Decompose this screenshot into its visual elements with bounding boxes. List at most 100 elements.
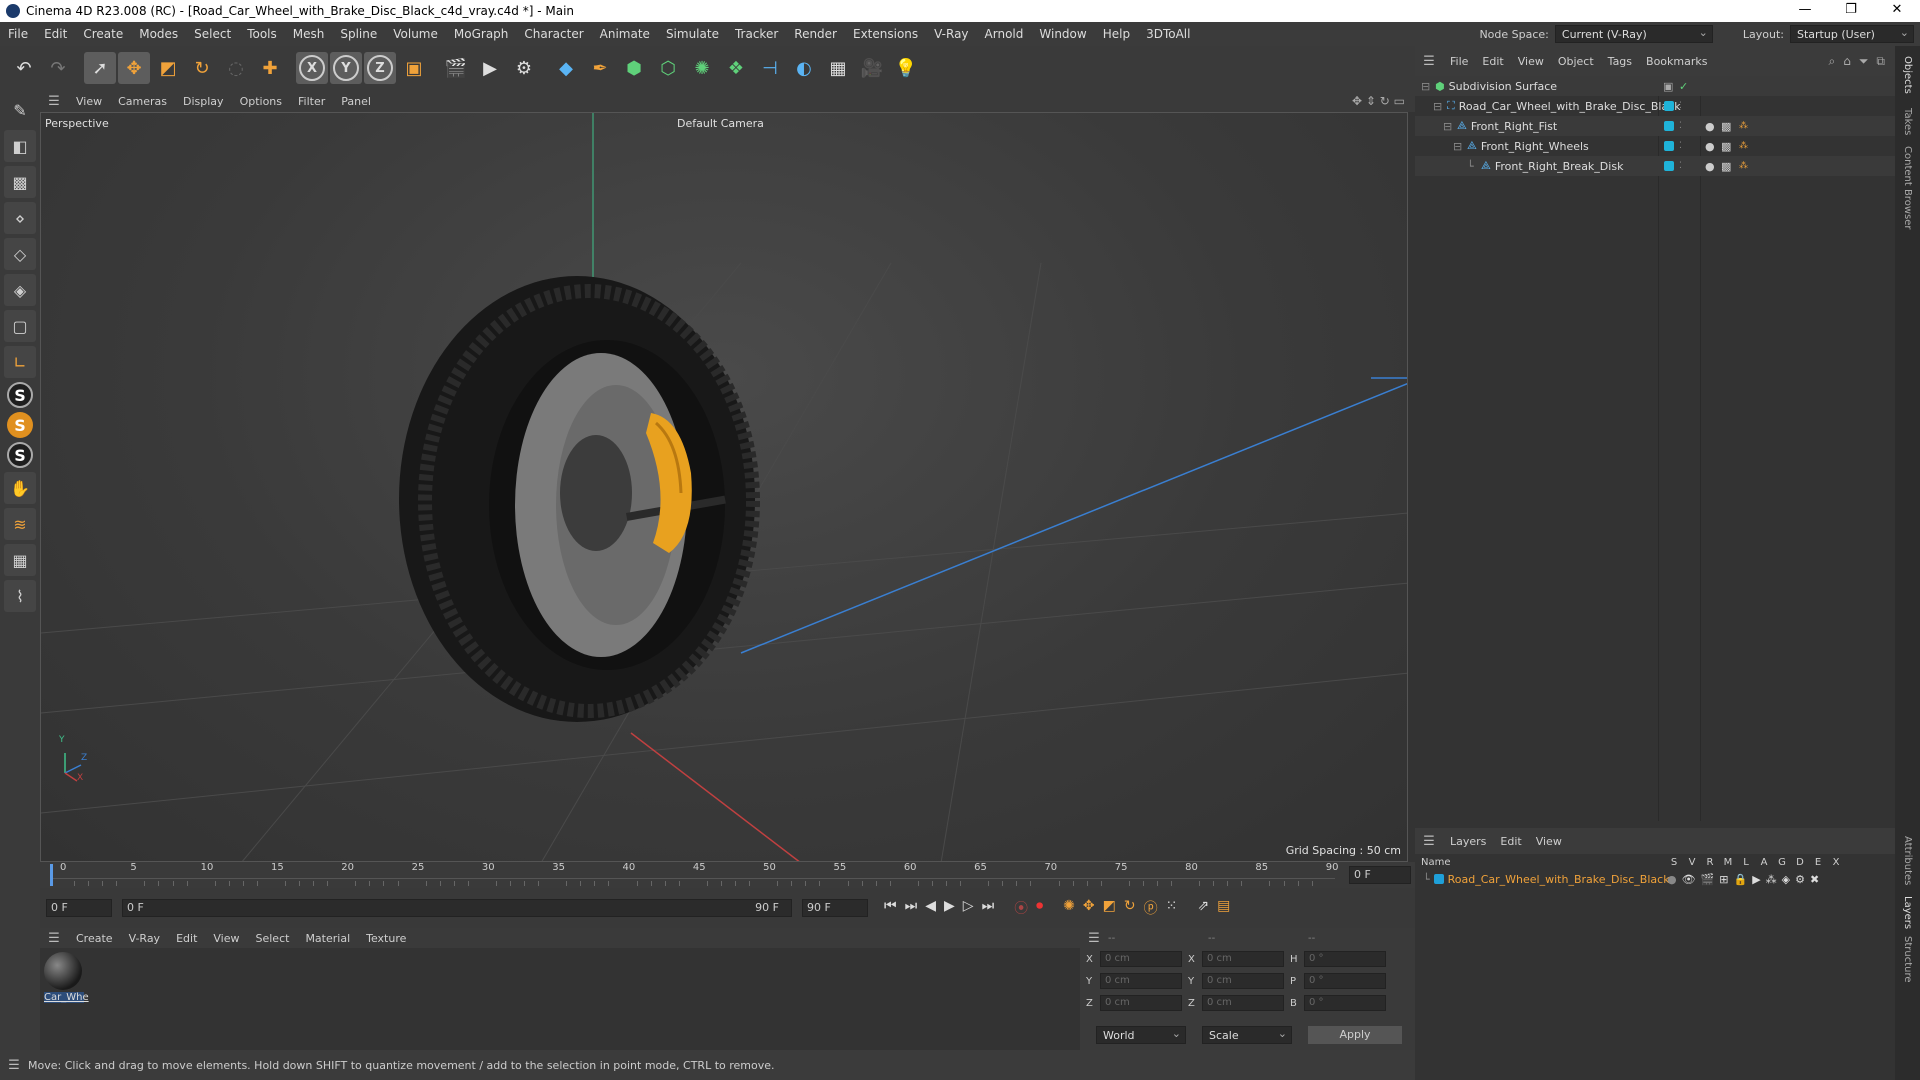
- y-axis-lock-icon[interactable]: Y: [333, 55, 359, 81]
- enabled-check-icon[interactable]: ✓: [1679, 80, 1688, 93]
- key-param-icon[interactable]: ⓟ: [1144, 898, 1158, 918]
- layer-generator-icon[interactable]: ⁂: [1766, 873, 1777, 886]
- extrude-icon[interactable]: ⬡: [652, 52, 684, 84]
- menu-file[interactable]: File: [0, 27, 36, 41]
- layer-manager-icon[interactable]: ⊞: [1719, 873, 1728, 886]
- layer-column-header[interactable]: M: [1719, 857, 1737, 868]
- layer-row[interactable]: └ Road_Car_Wheel_with_Brake_Disc_Black ●…: [1415, 870, 1895, 888]
- tab-content-browser[interactable]: Content Browser: [1902, 146, 1913, 229]
- frame-range-slider[interactable]: 0 F 90 F: [122, 899, 792, 917]
- undo-icon[interactable]: ↶: [8, 52, 40, 84]
- render-settings-icon[interactable]: ⚙: [508, 52, 540, 84]
- coord-pos-field[interactable]: 0 cm: [1100, 995, 1182, 1011]
- key-scale-icon[interactable]: ◩: [1103, 898, 1116, 918]
- 3d-viewport[interactable]: Perspective Default Camera Grid Spacing …: [40, 112, 1408, 862]
- visibility-dots-icon[interactable]: ⁚: [1679, 141, 1682, 151]
- spline-pen-icon[interactable]: ✒: [584, 52, 616, 84]
- material-tag-icon[interactable]: ●: [1705, 160, 1715, 173]
- edge-mode-icon[interactable]: ◇: [4, 238, 36, 270]
- layer-lock-icon[interactable]: 🔒: [1734, 873, 1748, 886]
- layer-column-header[interactable]: A: [1755, 857, 1773, 868]
- layer-column-header[interactable]: E: [1809, 857, 1827, 868]
- texture-tag-icon[interactable]: ▩: [1721, 140, 1731, 153]
- coord-rot-field[interactable]: 0 °: [1304, 995, 1386, 1011]
- coord-size-field[interactable]: 0 cm: [1202, 973, 1284, 989]
- polygon-mode-icon[interactable]: ◈: [4, 274, 36, 306]
- key-move-icon[interactable]: ✥: [1083, 898, 1095, 918]
- object-row[interactable]: └ ⟁ Front_Right_Break_Disk ⁚ ● ▩ ⁂: [1415, 156, 1895, 176]
- tab-takes[interactable]: Takes: [1902, 108, 1913, 135]
- viewport-menu-panel[interactable]: Panel: [333, 95, 379, 108]
- menu-volume[interactable]: Volume: [385, 27, 446, 41]
- menu-mograph[interactable]: MoGraph: [446, 27, 517, 41]
- x-axis-lock-icon[interactable]: X: [299, 55, 325, 81]
- mograph-icon[interactable]: ❖: [720, 52, 752, 84]
- hamburger-icon[interactable]: ☰: [46, 94, 62, 109]
- mat-menu-select[interactable]: Select: [248, 932, 298, 945]
- record-disabled-icon[interactable]: ⦿: [1014, 898, 1028, 918]
- object-row[interactable]: ⊟ ⛶ Road_Car_Wheel_with_Brake_Disc_Black…: [1415, 96, 1895, 116]
- tweak-icon[interactable]: ✋: [4, 472, 36, 504]
- menu-3dtoall[interactable]: 3DToAll: [1138, 27, 1198, 41]
- material-swatch[interactable]: Car_Whe: [44, 952, 89, 1003]
- visibility-dots-icon[interactable]: ⁚: [1679, 121, 1682, 131]
- om-filter-icon[interactable]: ⏷: [1859, 54, 1869, 69]
- viewport-menu-cameras[interactable]: Cameras: [110, 95, 175, 108]
- status-hamburger-icon[interactable]: ☰: [6, 1058, 22, 1073]
- coord-pos-field[interactable]: 0 cm: [1100, 973, 1182, 989]
- texture-tag-icon[interactable]: ▩: [1721, 120, 1731, 133]
- tab-objects[interactable]: Objects: [1902, 56, 1913, 94]
- object-row[interactable]: ⊟ ⟁ Front_Right_Wheels ⁚ ● ▩ ⁂: [1415, 136, 1895, 156]
- move-tool-icon[interactable]: ✥: [118, 52, 150, 84]
- om-menu-tags[interactable]: Tags: [1601, 55, 1639, 68]
- menu-character[interactable]: Character: [516, 27, 591, 41]
- coord-size-field[interactable]: 0 cm: [1202, 951, 1284, 967]
- coord-scale-dropdown[interactable]: Scale: [1202, 1026, 1292, 1044]
- menu-mesh[interactable]: Mesh: [285, 27, 333, 41]
- om-menu-view[interactable]: View: [1511, 55, 1551, 68]
- vray-tag-icon[interactable]: ⁂: [1739, 141, 1748, 151]
- uv-mode-icon[interactable]: ▢: [4, 310, 36, 342]
- om-search-icon[interactable]: ⌕: [1828, 54, 1835, 69]
- mat-menu-view[interactable]: View: [205, 932, 247, 945]
- menu-select[interactable]: Select: [186, 27, 239, 41]
- snap-settings-icon[interactable]: S: [7, 412, 33, 438]
- mat-menu-material[interactable]: Material: [297, 932, 358, 945]
- layer-color-swatch[interactable]: [1433, 874, 1444, 884]
- om-hamburger-icon[interactable]: ☰: [1421, 54, 1437, 69]
- om-menu-bookmarks[interactable]: Bookmarks: [1639, 55, 1714, 68]
- coord-rot-field[interactable]: 0 °: [1304, 973, 1386, 989]
- viewport-menu-options[interactable]: Options: [232, 95, 290, 108]
- tab-layers[interactable]: Layers: [1902, 896, 1913, 929]
- vray-tag-icon[interactable]: ⁂: [1739, 161, 1748, 171]
- viewport-nav-icons[interactable]: ✥ ⇕ ↻ ▭: [1352, 94, 1405, 108]
- layer-color-tag[interactable]: [1664, 121, 1674, 131]
- maximize-button[interactable]: ❐: [1828, 0, 1874, 22]
- layers-hamburger-icon[interactable]: ☰: [1421, 834, 1437, 849]
- scale-tool-icon[interactable]: ◩: [152, 52, 184, 84]
- layer-render-icon[interactable]: 🎬: [1701, 873, 1715, 886]
- om-menu-object[interactable]: Object: [1551, 55, 1601, 68]
- coord-size-field[interactable]: 0 cm: [1202, 995, 1284, 1011]
- prev-frame-icon[interactable]: ◀: [925, 898, 936, 918]
- menu-edit[interactable]: Edit: [36, 27, 75, 41]
- subdivision-icon[interactable]: ⬢: [618, 52, 650, 84]
- layer-solo-icon[interactable]: ●: [1667, 873, 1677, 886]
- layer-column-header[interactable]: V: [1683, 857, 1701, 868]
- menu-simulate[interactable]: Simulate: [658, 27, 727, 41]
- deformer-icon[interactable]: ⊣: [754, 52, 786, 84]
- menu-render[interactable]: Render: [786, 27, 845, 41]
- object-row[interactable]: ⊟ ⬢ Subdivision Surface ▣ ✓: [1415, 76, 1895, 96]
- key-pla-icon[interactable]: ⁙: [1166, 898, 1178, 918]
- play-icon[interactable]: ▶: [944, 898, 955, 918]
- motion-icon[interactable]: ⇗: [1197, 898, 1209, 918]
- menu-extensions[interactable]: Extensions: [845, 27, 926, 41]
- viewport-menu-filter[interactable]: Filter: [290, 95, 333, 108]
- menu-tools[interactable]: Tools: [239, 27, 285, 41]
- om-home-icon[interactable]: ⌂: [1843, 54, 1851, 69]
- node-space-dropdown[interactable]: Current (V-Ray): [1554, 25, 1713, 43]
- render-view-icon[interactable]: ▶: [474, 52, 506, 84]
- layers-menu-view[interactable]: View: [1529, 835, 1569, 848]
- model-mode-icon[interactable]: ◧: [4, 130, 36, 162]
- coord-pos-field[interactable]: 0 cm: [1100, 951, 1182, 967]
